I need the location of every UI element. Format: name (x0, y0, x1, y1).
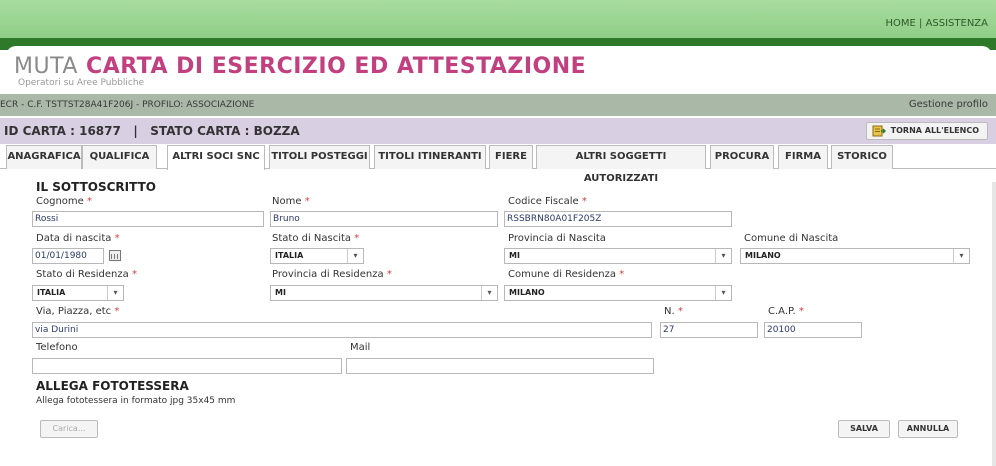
title-main: CARTA DI ESERCIZIO ED ATTESTAZIONE (86, 54, 587, 79)
home-link[interactable]: HOME (885, 18, 915, 29)
provincia-residenza-select[interactable]: MI ▾ (270, 285, 498, 301)
cognome-label: Cognome * (36, 196, 92, 207)
telefono-field[interactable] (32, 358, 342, 374)
upload-button[interactable]: Carica... (40, 420, 98, 438)
codice-fiscale-field[interactable]: RSSBRN80A01F205Z (504, 211, 732, 227)
stato-residenza-select[interactable]: ITALIA ▾ (32, 285, 124, 301)
telefono-label: Telefono (36, 342, 78, 353)
tab-qualifica[interactable]: QUALIFICA (82, 145, 157, 169)
data-nascita-field[interactable]: 01/01/1980 (32, 248, 104, 264)
chevron-down-icon: ▾ (347, 249, 363, 263)
calendar-icon[interactable] (109, 250, 121, 261)
tab-altri-soggetti-autorizzati[interactable]: ALTRI SOGGETTI AUTORIZZATI (536, 145, 706, 184)
top-bar: HOME | ASSISTENZA (0, 0, 996, 38)
tab-procura[interactable]: PROCURA (710, 145, 774, 169)
stato-nascita-select[interactable]: ITALIA ▾ (270, 248, 364, 264)
chevron-down-icon: ▾ (715, 249, 731, 263)
comune-nascita-label: Comune di Nascita (744, 233, 839, 244)
cap-label: C.A.P. * (768, 306, 804, 317)
cognome-field[interactable]: Rossi (32, 211, 264, 227)
numero-field[interactable]: 27 (660, 322, 758, 338)
help-link[interactable]: ASSISTENZA (926, 18, 988, 29)
profile-link[interactable]: Gestione profilo (909, 94, 988, 116)
back-list-icon (872, 125, 886, 137)
provincia-residenza-label: Provincia di Residenza * (272, 269, 392, 280)
page-subtitle: Operatori su Aree Pubbliche (18, 78, 145, 88)
save-button[interactable]: SALVA (838, 420, 890, 438)
codice-fiscale-label: Codice Fiscale * (508, 196, 587, 207)
numero-label: N. * (664, 306, 683, 317)
via-label: Via, Piazza, etc * (36, 306, 120, 317)
comune-residenza-value: MILANO (509, 288, 545, 297)
card-info: ID CARTA : 16877 | STATO CARTA : BOZZA (4, 124, 300, 138)
provincia-nascita-value: MI (509, 251, 520, 260)
via-field[interactable]: via Durini (32, 322, 652, 338)
title-prefix: MUTA (14, 54, 78, 79)
tab-firma[interactable]: FIRMA (778, 145, 828, 169)
comune-residenza-select[interactable]: MILANO ▾ (504, 285, 732, 301)
attachment-title: ALLEGA FOTOTESSERA (36, 379, 189, 393)
chevron-down-icon: ▾ (481, 286, 497, 300)
comune-nascita-value: MILANO (745, 251, 781, 260)
tab-fiere[interactable]: FIERE (489, 145, 533, 169)
nome-field[interactable]: Bruno (270, 211, 498, 227)
comune-residenza-label: Comune di Residenza * (508, 269, 625, 280)
data-nascita-label: Data di nascita * (36, 233, 120, 244)
provincia-residenza-value: MI (275, 288, 286, 297)
back-to-list-button[interactable]: TORNA ALL'ELENCO (865, 122, 988, 140)
mail-label: Mail (350, 342, 371, 353)
provincia-nascita-label: Provincia di Nascita (508, 233, 606, 244)
mail-field[interactable] (346, 358, 654, 374)
stato-residenza-value: ITALIA (37, 288, 66, 297)
tab-storico[interactable]: STORICO (831, 145, 893, 169)
chevron-down-icon: ▾ (953, 249, 969, 263)
tab-bar: ANAGRAFICA QUALIFICA ALTRI SOCI SNC TITO… (0, 145, 996, 184)
tab-anagrafica[interactable]: ANAGRAFICA (6, 145, 82, 169)
status-bar: ECR - C.F. TSTTST28A41F206J - PROFILO: A… (0, 94, 996, 116)
tab-titoli-posteggi[interactable]: TITOLI POSTEGGI (269, 145, 370, 169)
links-separator: | (919, 18, 923, 29)
top-links: HOME | ASSISTENZA (885, 18, 988, 29)
form-content: IL SOTTOSCRITTO Cognome * Rossi Nome * B… (0, 170, 996, 466)
chevron-down-icon: ▾ (107, 286, 123, 300)
attachment-note: Allega fototessera in formato jpg 35x45 … (36, 396, 236, 406)
tab-titoli-itineranti[interactable]: TITOLI ITINERANTI (374, 145, 486, 169)
stato-nascita-label: Stato di Nascita * (272, 233, 360, 244)
cap-field[interactable]: 20100 (764, 322, 862, 338)
stato-nascita-value: ITALIA (275, 251, 304, 260)
page-title: MUTA CARTA DI ESERCIZIO ED ATTESTAZIONE (14, 54, 586, 79)
provincia-nascita-select[interactable]: MI ▾ (504, 248, 732, 264)
user-info: ECR - C.F. TSTTST28A41F206J - PROFILO: A… (0, 100, 255, 110)
tab-altri-soci-snc[interactable]: ALTRI SOCI SNC (167, 145, 265, 170)
card-bar: ID CARTA : 16877 | STATO CARTA : BOZZA T… (0, 118, 996, 144)
section-title: IL SOTTOSCRITTO (36, 180, 156, 194)
comune-nascita-select[interactable]: MILANO ▾ (740, 248, 970, 264)
cancel-button[interactable]: ANNULLA (898, 420, 958, 438)
stato-residenza-label: Stato di Residenza * (36, 269, 137, 280)
nome-label: Nome * (272, 196, 310, 207)
back-to-list-label: TORNA ALL'ELENCO (890, 126, 979, 135)
chevron-down-icon: ▾ (715, 286, 731, 300)
